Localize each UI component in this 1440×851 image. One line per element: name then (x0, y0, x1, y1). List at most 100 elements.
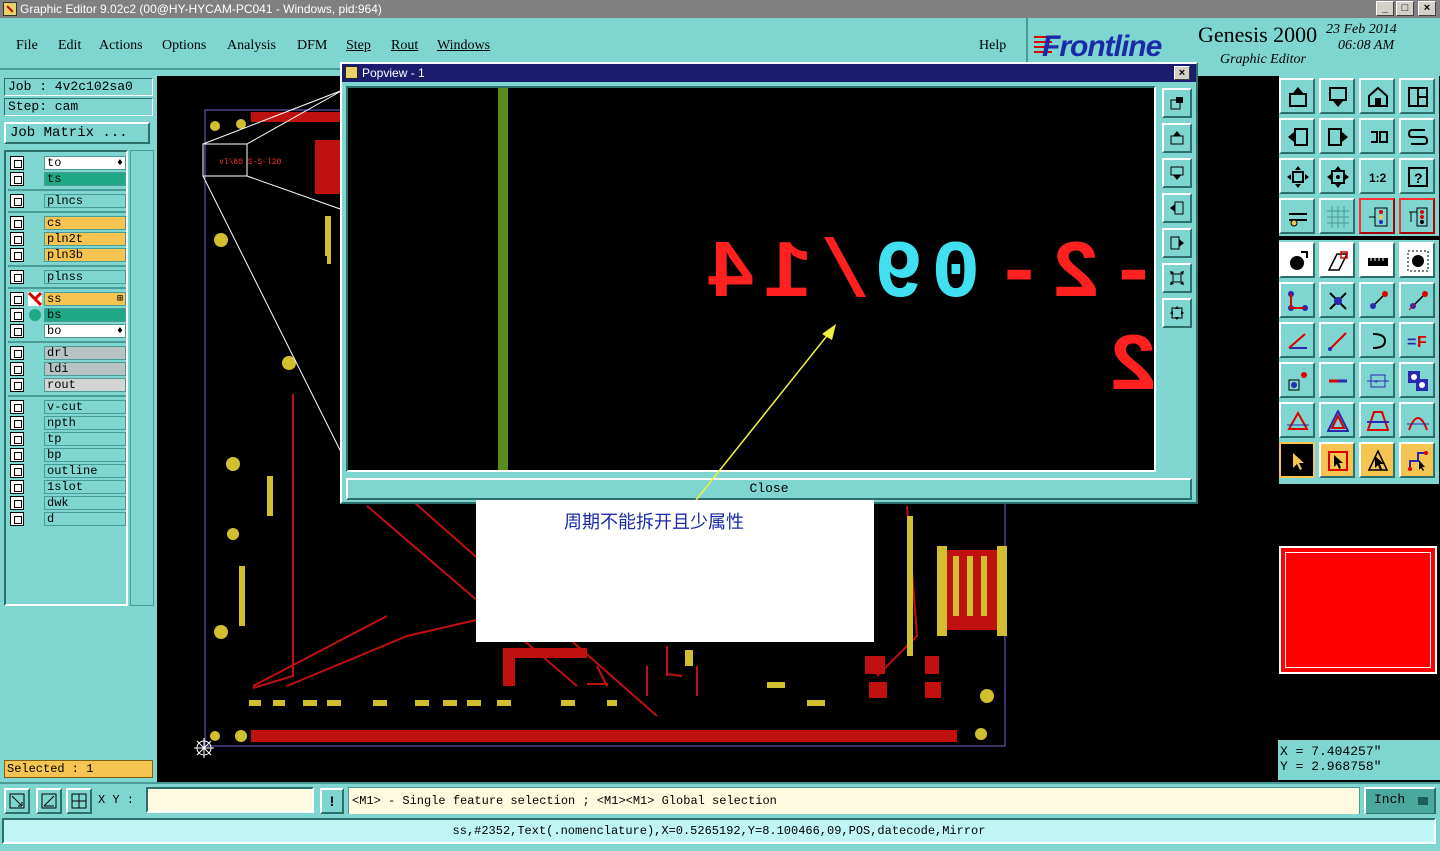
angle-button[interactable] (1279, 322, 1315, 358)
popview-zoom-out-button[interactable] (1162, 298, 1192, 328)
zoom-box-button[interactable] (4, 788, 30, 814)
query-button[interactable]: ? (1399, 158, 1435, 194)
popview-close-icon[interactable]: × (1174, 66, 1190, 80)
menu-rout[interactable]: Rout (391, 38, 418, 54)
layer-row-ts[interactable]: ts (8, 172, 126, 186)
layer-row-outline[interactable]: outline (8, 464, 126, 478)
layer-checkbox[interactable] (10, 378, 24, 392)
popview-pan-left-button[interactable] (1162, 193, 1192, 223)
layer-checkbox[interactable] (10, 512, 24, 526)
popview-window[interactable]: Popview - 1 × -2-2 09 /14 Close (340, 62, 1198, 504)
popview-canvas[interactable]: -2-2 09 /14 (346, 86, 1156, 472)
menu-analysis[interactable]: Analysis (227, 38, 276, 54)
layer-row-ss[interactable]: ss ⊞ (8, 291, 126, 307)
menu-actions[interactable]: Actions (99, 38, 143, 54)
layer-checkbox[interactable] (10, 480, 24, 494)
arch-button[interactable] (1399, 402, 1435, 438)
layer-checkbox[interactable] (10, 308, 24, 322)
maximize-button[interactable]: □ (1396, 1, 1414, 16)
pan-right-view-button[interactable] (1319, 118, 1355, 154)
arc-button[interactable] (1359, 322, 1395, 358)
menu-options[interactable]: Options (162, 38, 206, 54)
close-window-button[interactable]: × (1418, 1, 1436, 16)
layer-checkbox[interactable] (10, 216, 24, 230)
menu-edit[interactable]: Edit (58, 38, 81, 54)
layer-row-pln2t[interactable]: pln2t (8, 232, 126, 246)
menu-dfm[interactable]: DFM (297, 38, 327, 54)
house-view-button[interactable] (1359, 78, 1395, 114)
layer-checkbox[interactable] (10, 362, 24, 376)
dimension-button[interactable]: + (1359, 362, 1395, 398)
triangle-button[interactable] (1279, 402, 1315, 438)
layer-checkbox[interactable] (10, 464, 24, 478)
minimize-button[interactable]: _ (1376, 1, 1394, 16)
layer-row-plncs[interactable]: plncs (8, 194, 126, 208)
layer-row-tp[interactable]: tp (8, 432, 126, 446)
layer-checkbox[interactable] (10, 346, 24, 360)
menu-file[interactable]: File (16, 38, 38, 54)
zoomed-datecode[interactable]: -2-2 09 /14 (698, 228, 1154, 414)
line-snap-button[interactable] (1319, 362, 1355, 398)
layer-checkbox[interactable] (10, 416, 24, 430)
zoom-ratio-button[interactable]: 1:2 (1359, 158, 1395, 194)
select-box-button[interactable] (1319, 442, 1355, 478)
layer-list-scrollbar[interactable] (130, 150, 154, 606)
layer-row-1slot[interactable]: 1slot (8, 480, 126, 494)
copy-button[interactable] (1399, 282, 1435, 318)
pan-left-view-button[interactable] (1279, 118, 1315, 154)
add-pad-button[interactable] (1279, 242, 1315, 278)
alert-button[interactable]: ! (320, 788, 344, 814)
layer-row-bs[interactable]: bs (8, 308, 126, 322)
redraw-view-button[interactable] (1399, 118, 1435, 154)
layer-checkbox[interactable] (10, 248, 24, 262)
layer-checkbox[interactable] (10, 172, 24, 186)
layer-row-plnss[interactable]: plnss (8, 270, 126, 284)
home-view-button[interactable] (1279, 78, 1315, 114)
select-net-button[interactable] (1399, 442, 1435, 478)
layer-checkbox[interactable] (10, 496, 24, 510)
layer-row-dwk[interactable]: dwk (8, 496, 126, 510)
layer-checkbox[interactable] (10, 156, 24, 170)
unit-selector[interactable]: Inch (1364, 787, 1436, 815)
grid-toggle-button[interactable] (1319, 198, 1355, 234)
layer-row-npth[interactable]: npth (8, 416, 126, 430)
triangle-fill-button[interactable] (1319, 402, 1355, 438)
move-button[interactable] (1359, 282, 1395, 318)
flip-view-button[interactable] (1359, 118, 1395, 154)
select-polygon-button[interactable] (1359, 442, 1395, 478)
layer-row-ldi[interactable]: ldi (8, 362, 126, 376)
select-pointer-button[interactable] (1279, 442, 1315, 478)
popview-zoom-home-button[interactable] (1162, 88, 1192, 118)
layer-row-v-cut[interactable]: v-cut (8, 400, 126, 414)
popview-pan-down-button[interactable] (1162, 158, 1192, 188)
layer-row-to[interactable]: to ♦ (8, 156, 126, 170)
cluster-button[interactable] (1399, 362, 1435, 398)
trapezoid-button[interactable] (1359, 402, 1395, 438)
popview-pan-up-button[interactable] (1162, 123, 1192, 153)
xy-input[interactable] (146, 787, 314, 813)
job-matrix-button[interactable]: Job Matrix ... (4, 122, 150, 144)
layer-checkbox[interactable] (10, 400, 24, 414)
layer-checkbox[interactable] (10, 448, 24, 462)
layer-checkbox[interactable] (10, 324, 24, 338)
layer-checkbox[interactable] (10, 432, 24, 446)
layer-checkbox[interactable] (10, 232, 24, 246)
layer-color-button[interactable] (1359, 198, 1395, 234)
zoom-center-button[interactable] (1319, 158, 1355, 194)
connect-button[interactable] (1279, 282, 1315, 318)
text-button[interactable]: = F (1399, 322, 1435, 358)
pan-down-view-button[interactable] (1319, 78, 1355, 114)
line-button[interactable] (1319, 322, 1355, 358)
settings-tool-button[interactable] (1279, 198, 1315, 234)
pad-snap-button[interactable] (1279, 362, 1315, 398)
layer-row-drl[interactable]: drl (8, 346, 126, 360)
layer-row-pln3b[interactable]: pln3b (8, 248, 126, 262)
measure-angle-button[interactable] (36, 788, 62, 814)
menu-help[interactable]: Help (979, 38, 1006, 54)
cross-button[interactable] (1319, 282, 1355, 318)
popview-zoom-in-button[interactable] (1162, 263, 1192, 293)
popview-close-button[interactable]: Close (346, 478, 1192, 500)
layer-row-rout[interactable]: rout (8, 378, 126, 392)
split-view-button[interactable] (1399, 78, 1435, 114)
measure-button[interactable] (1359, 242, 1395, 278)
